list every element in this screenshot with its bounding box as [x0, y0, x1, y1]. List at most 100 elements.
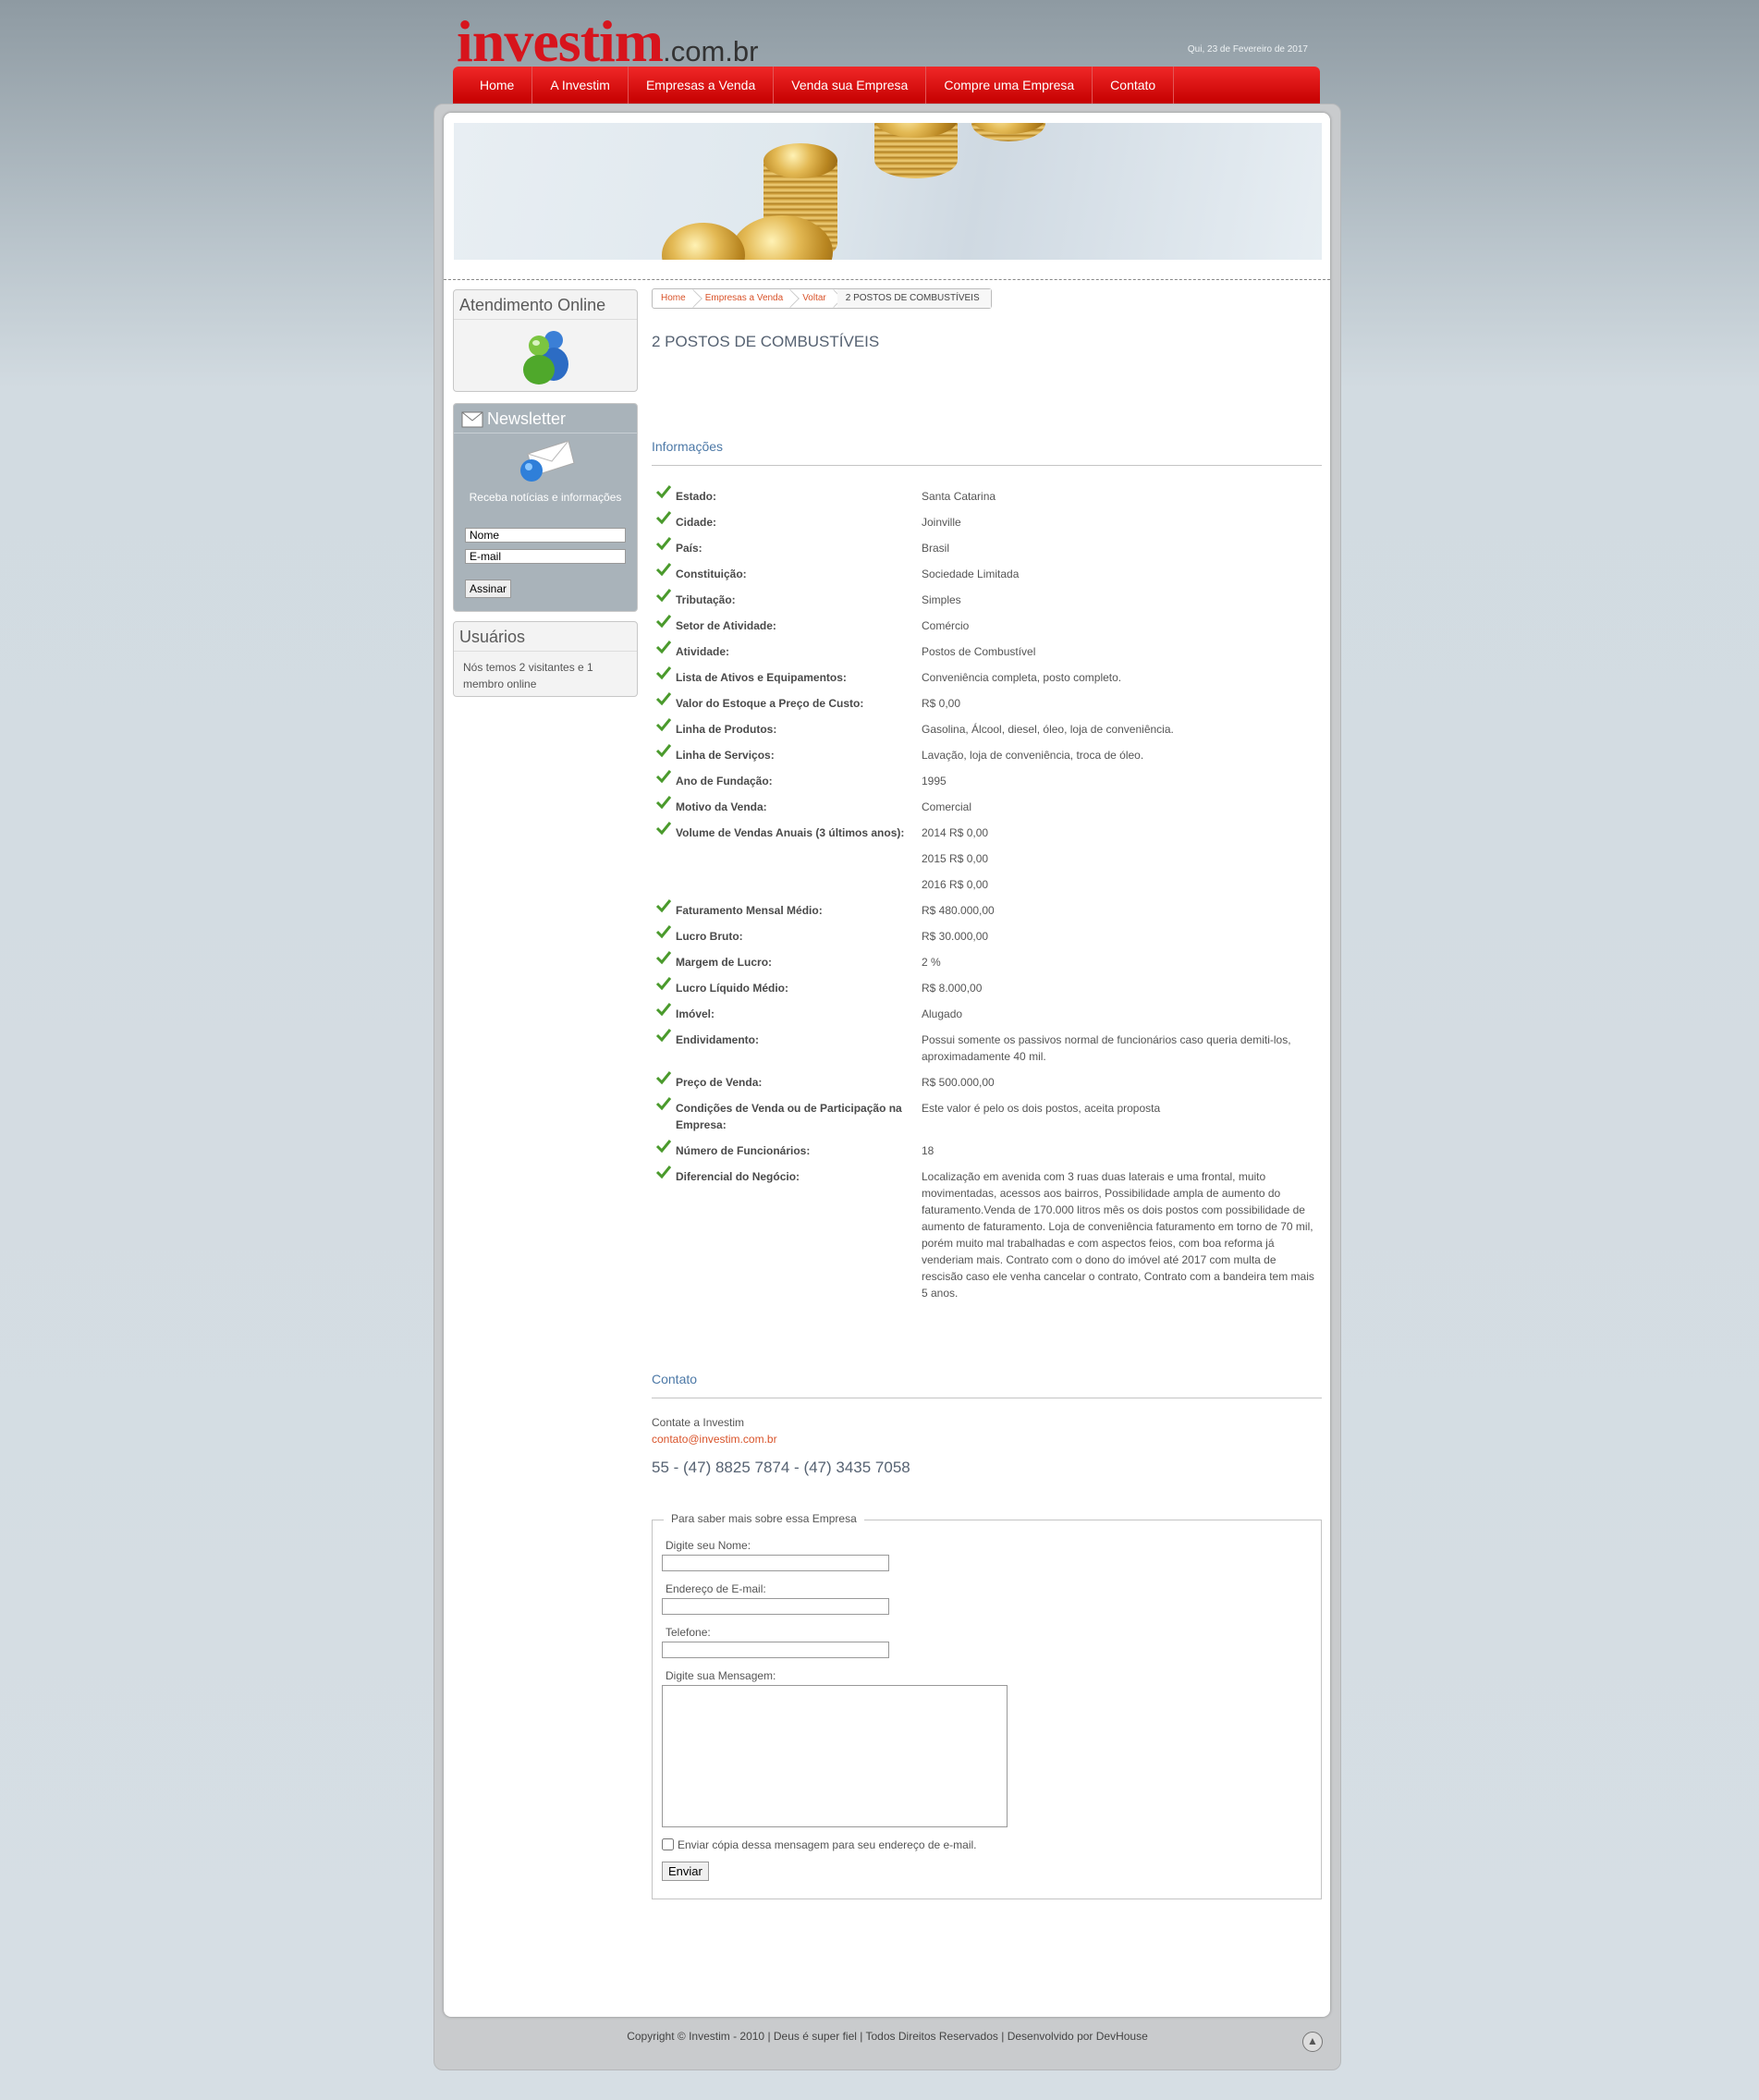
info-label: Número de Funcionários:	[676, 1144, 811, 1157]
info-value: R$ 8.000,00	[922, 982, 983, 995]
copy-checkbox[interactable]	[662, 1838, 674, 1850]
envelope-icon	[461, 411, 483, 433]
message-textarea[interactable]	[662, 1685, 1008, 1827]
email-label: Endereço de E-mail:	[666, 1582, 766, 1595]
messenger-users-icon[interactable]	[517, 325, 576, 389]
check-icon	[655, 510, 672, 530]
check-icon	[655, 484, 672, 504]
check-icon	[655, 1028, 672, 1047]
info-label: Preço de Venda:	[676, 1076, 763, 1089]
nav-compre-uma-empresa[interactable]: Compre uma Empresa	[926, 67, 1093, 104]
send-button[interactable]: Enviar	[662, 1862, 709, 1881]
banner-image	[454, 123, 1322, 260]
newsletter-box: Newsletter Receba notícias e informações…	[453, 403, 638, 612]
phone-label: Telefone:	[666, 1626, 711, 1639]
newsletter-email-input[interactable]	[465, 549, 626, 564]
info-value: Possui somente os passivos normal de fun…	[922, 1033, 1291, 1063]
contact-line: Contate a Investim	[652, 1416, 745, 1429]
info-value: Este valor é pelo os dois postos, aceita…	[922, 1102, 1161, 1115]
envelope-globe-icon	[515, 437, 576, 488]
breadcrumb-empresas[interactable]: Empresas a Venda	[697, 289, 795, 308]
breadcrumb-home[interactable]: Home	[653, 289, 697, 308]
phone-input[interactable]	[662, 1642, 889, 1658]
check-icon	[655, 562, 672, 581]
check-icon	[655, 665, 672, 685]
info-label: Linha de Serviços:	[676, 749, 775, 762]
info-label: Tributação:	[676, 593, 736, 606]
section-contact-title: Contato	[652, 1372, 1322, 1398]
contact-form: Para saber mais sobre essa Empresa Digit…	[652, 1512, 1322, 1899]
info-label: Faturamento Mensal Médio:	[676, 904, 823, 917]
info-label: Estado:	[676, 490, 717, 503]
info-value: Localização em avenida com 3 ruas duas l…	[922, 1170, 1314, 1300]
info-value: R$ 480.000,00	[922, 904, 995, 917]
info-value: Comércio	[922, 619, 970, 632]
subscribe-button[interactable]: Assinar	[465, 580, 512, 598]
info-label: Imóvel:	[676, 1007, 715, 1020]
breadcrumb-back[interactable]: Voltar	[794, 289, 837, 308]
message-label: Digite sua Mensagem:	[666, 1669, 776, 1682]
name-input[interactable]	[662, 1555, 889, 1571]
arrow-up-icon[interactable]: ▲	[1302, 2032, 1323, 2052]
info-label: Endividamento:	[676, 1033, 760, 1046]
info-value: Sociedade Limitada	[922, 568, 1020, 580]
info-value: 2016 R$ 0,00	[922, 878, 989, 891]
breadcrumb-current: 2 POSTOS DE COMBUSTÍVEIS	[837, 289, 991, 308]
info-value: Lavação, loja de conveniência, troca de …	[922, 749, 1144, 762]
nav-home[interactable]: Home	[462, 67, 533, 104]
info-value: Simples	[922, 593, 961, 606]
check-icon	[655, 717, 672, 737]
contact-phone: 55 - (47) 8825 7874 - (47) 3435 7058	[652, 1459, 910, 1476]
nav-venda-sua-empresa[interactable]: Venda sua Empresa	[774, 67, 927, 104]
info-value: R$ 30.000,00	[922, 930, 989, 943]
form-legend: Para saber mais sobre essa Empresa	[664, 1512, 864, 1525]
info-value: Gasolina, Álcool, diesel, óleo, loja de …	[922, 723, 1174, 736]
check-icon	[655, 1139, 672, 1158]
check-icon	[655, 950, 672, 970]
nav-contato[interactable]: Contato	[1093, 67, 1175, 104]
info-value: Santa Catarina	[922, 490, 996, 503]
users-title: Usuários	[454, 622, 637, 652]
info-label: Setor de Atividade:	[676, 619, 776, 632]
nav-empresas-a-venda[interactable]: Empresas a Venda	[629, 67, 775, 104]
copy-checkbox-label: Enviar cópia dessa mensagem para seu end…	[678, 1838, 977, 1851]
email-input[interactable]	[662, 1598, 889, 1615]
info-label: Ano de Fundação:	[676, 775, 773, 788]
info-label: Lucro Bruto:	[676, 930, 743, 943]
check-icon	[655, 536, 672, 556]
divider	[444, 279, 1330, 280]
users-text: Nós temos 2 visitantes e 1 membro online	[463, 661, 593, 690]
newsletter-name-input[interactable]	[465, 528, 626, 543]
users-box: Usuários Nós temos 2 visitantes e 1 memb…	[453, 621, 638, 697]
info-value: R$ 0,00	[922, 697, 961, 710]
info-label: Diferencial do Negócio:	[676, 1170, 800, 1183]
info-label: Cidade:	[676, 516, 717, 529]
section-info-title: Informações	[652, 439, 1322, 466]
check-icon	[655, 640, 672, 659]
site-logo[interactable]: investim.com.br	[457, 7, 758, 76]
info-label: Lucro Líquido Médio:	[676, 982, 788, 995]
online-support-title: Atendimento Online	[454, 290, 637, 320]
info-label: Lista de Ativos e Equipamentos:	[676, 671, 847, 684]
check-icon	[655, 1002, 672, 1021]
info-value: Joinville	[922, 516, 961, 529]
check-icon	[655, 614, 672, 633]
info-label: Linha de Produtos:	[676, 723, 777, 736]
newsletter-title-text: Newsletter	[487, 409, 567, 428]
info-label: Condições de Venda ou de Participação na…	[676, 1102, 902, 1131]
info-value: Brasil	[922, 542, 950, 555]
info-value: 18	[922, 1144, 934, 1157]
info-label: País:	[676, 542, 702, 555]
info-label: Motivo da Venda:	[676, 800, 767, 813]
contact-email-link[interactable]: contato@investim.com.br	[652, 1431, 777, 1447]
nav-a-investim[interactable]: A Investim	[532, 67, 629, 104]
check-icon	[655, 821, 672, 840]
check-icon	[655, 898, 672, 918]
contact-text: Contate a Investim contato@investim.com.…	[652, 1414, 777, 1447]
info-value: Postos de Combustível	[922, 645, 1036, 658]
check-icon	[655, 1070, 672, 1090]
check-icon	[655, 1096, 672, 1116]
check-icon	[655, 691, 672, 711]
page-title: 2 POSTOS DE COMBUSTÍVEIS	[652, 333, 880, 350]
copy-checkbox-row: Enviar cópia dessa mensagem para seu end…	[662, 1838, 977, 1851]
